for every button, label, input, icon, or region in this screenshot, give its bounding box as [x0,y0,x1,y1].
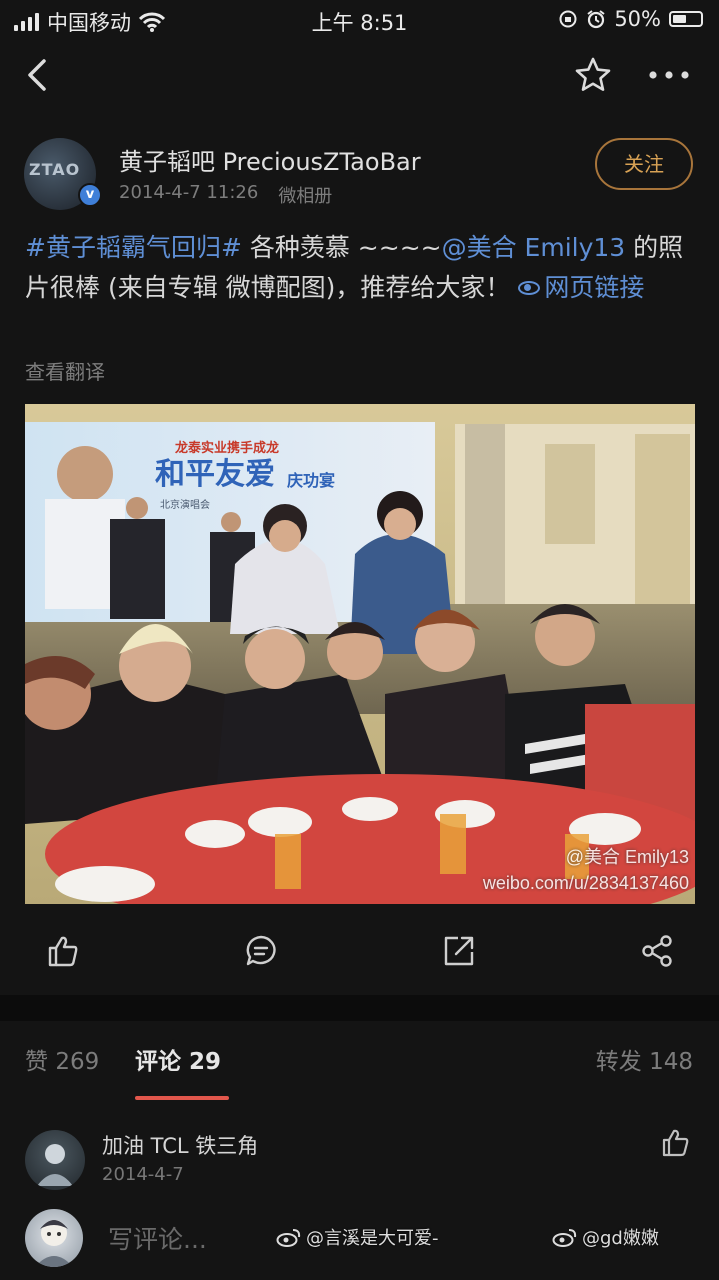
active-tab-indicator [135,1096,229,1100]
tab-likes-label: 赞 [25,1049,48,1075]
mention-link[interactable]: @美合 Emily13 [442,233,626,262]
comment-date: 2014-4-7 [102,1164,184,1185]
verified-badge-icon: v [78,183,102,207]
post-source: 微相册 [278,186,333,207]
post-photo[interactable]: 和平友爱 龙泰实业携手成龙 庆功宴 北京演唱会 @美合 Emily13 weib… [25,404,695,904]
comment-bubble-icon[interactable] [244,934,278,968]
tab-reposts-label: 转发 [595,1049,642,1075]
share-icon[interactable] [640,934,674,968]
tab-likes[interactable]: 赞 269 [25,1042,99,1076]
post-meta: 2014-4-7 11:26 微相册 [119,182,332,208]
comment-item: 加油 TCL 铁三角 2014-4-7 [0,1120,719,1200]
post-body: #黄子韬霸气回归# 各种羡慕 ~~~~@美合 Emily13 的照片很棒 (来自… [25,228,695,308]
web-link[interactable]: 网页链接 [518,273,644,302]
like-thumb-icon[interactable] [46,934,80,968]
banner-brand-text: 龙泰实业携手成龙 [175,440,279,456]
tab-comments-label: 评论 [135,1049,181,1075]
interaction-tabs: 赞 269 评论 29 转发 148 [0,1030,719,1100]
post-action-bar [0,920,719,980]
compose-bar: 写评论... @言溪是大可爱- @gd嫩嫩 [0,1200,719,1280]
comment-like-icon[interactable] [660,1128,690,1158]
web-link-label: 网页链接 [544,273,645,302]
avatar-logo-text: ZTAO [29,160,81,179]
commenter-avatar[interactable] [25,1130,85,1190]
status-right: 50% [558,7,703,31]
weibo-credit-2-text: @gd嫩嫩 [582,1228,659,1249]
post-date: 2014-4-7 11:26 [119,182,259,203]
battery-percent: 50% [614,7,661,31]
repost-icon[interactable] [442,934,476,968]
watermark-url: weibo.com/u/2834137460 [482,873,689,893]
translate-link[interactable]: 查看翻译 [25,356,105,385]
hashtag-link[interactable]: #黄子韬霸气回归# [25,233,242,262]
weibo-logo-icon-2 [552,1229,577,1247]
battery-icon [669,11,703,27]
tab-comments-count: 29 [189,1049,222,1075]
weibo-credit-1-text: @言溪是大可爱- [306,1228,439,1249]
tab-comments[interactable]: 评论 29 [135,1042,221,1076]
user-avatar[interactable] [25,1209,83,1267]
banner-suffix-text: 庆功宴 [286,471,335,490]
link-icon [518,281,541,295]
weibo-credit-2: @gd嫩嫩 [552,1224,659,1250]
nav-bar [0,40,719,110]
author-name[interactable]: 黄子韬吧 PreciousZTaoBar [119,142,421,177]
commenter-name[interactable]: 加油 TCL 铁三角 [102,1130,258,1160]
tab-likes-count: 269 [55,1049,100,1075]
tab-reposts[interactable]: 转发 148 [596,1042,693,1076]
photo-illustration: 和平友爱 龙泰实业携手成龙 庆功宴 北京演唱会 [25,404,695,904]
section-divider [0,995,719,1021]
more-options-icon[interactable] [648,70,690,80]
watermark-handle: @美合 Emily13 [565,847,689,867]
favorite-star-icon[interactable] [574,56,612,94]
comment-input[interactable]: 写评论... [108,1220,207,1256]
status-bar: 中国移动 上午 8:51 50% [0,0,719,40]
banner-sub-text: 北京演唱会 [160,498,210,511]
back-arrow-icon[interactable] [24,58,52,92]
alarm-icon [587,10,605,29]
weibo-logo-icon [276,1229,301,1247]
photo-watermark: @美合 Emily13 weibo.com/u/2834137460 [483,844,689,896]
follow-button[interactable]: 关注 [595,138,693,190]
weibo-credit-1: @言溪是大可爱- [276,1224,439,1250]
tab-reposts-count: 148 [649,1049,693,1075]
post-header: ZTAO v 黄子韬吧 PreciousZTaoBar 2014-4-7 11:… [0,130,719,220]
banner-title-text: 和平友爱 [155,457,275,492]
orientation-lock-icon [559,10,577,28]
post-text-part1: 各种羡慕 ~~~~ [241,233,442,262]
